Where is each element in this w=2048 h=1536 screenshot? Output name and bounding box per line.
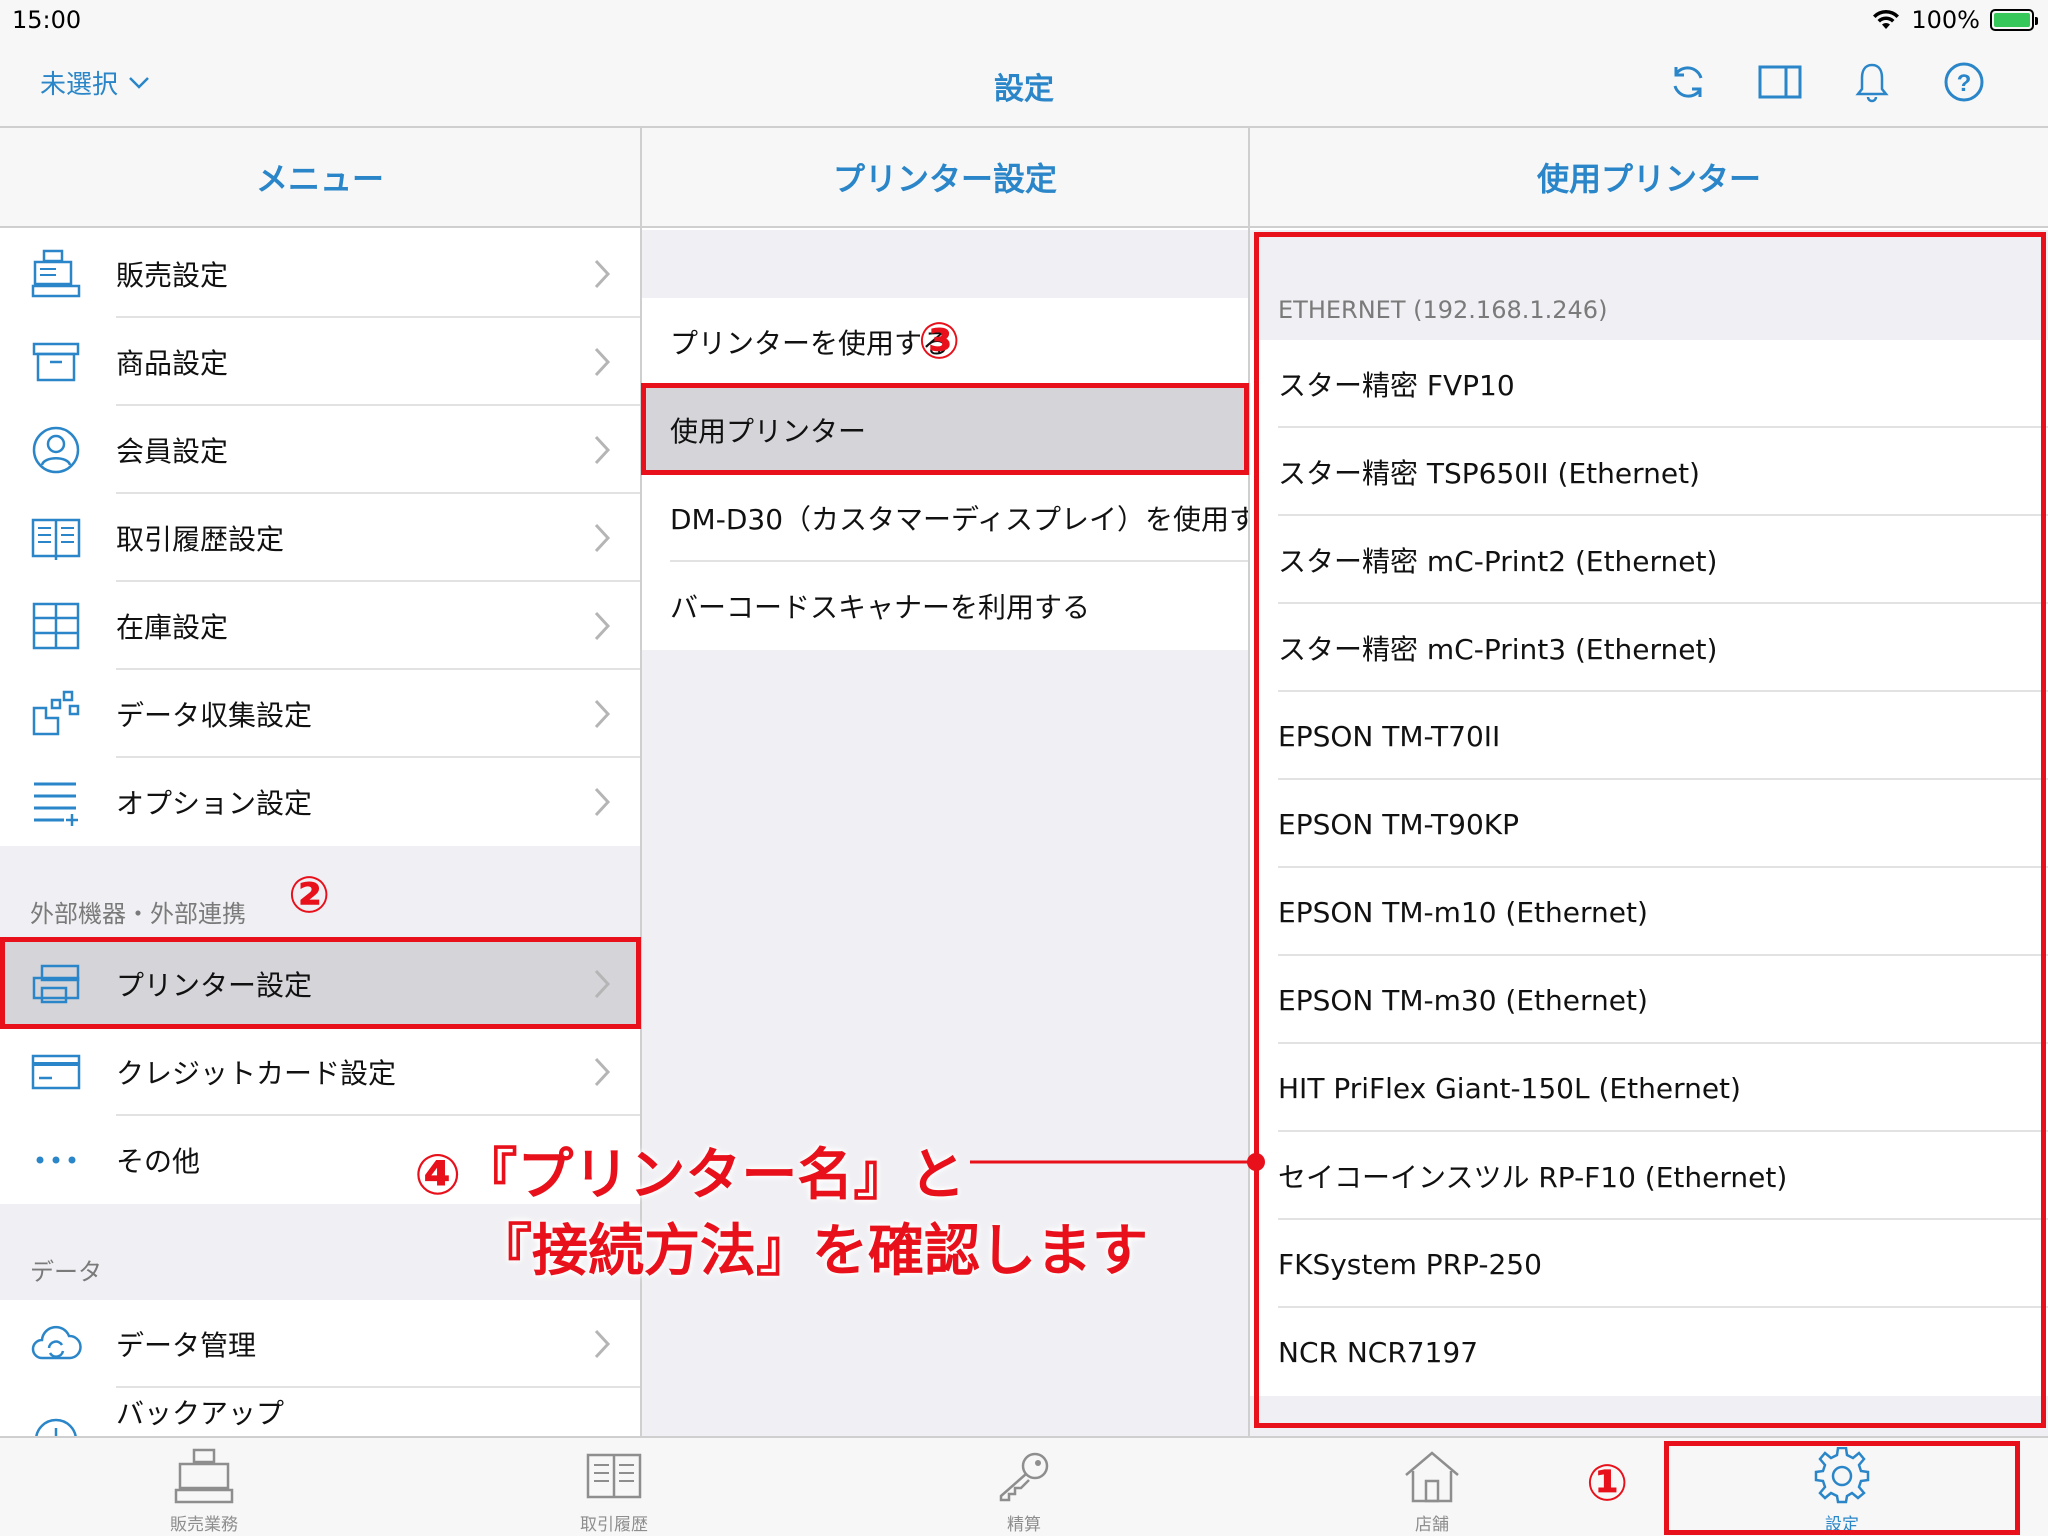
help-button[interactable]: ? — [1940, 58, 1988, 106]
annotation-pointer-line — [970, 1153, 1265, 1171]
menu-item-label: 販売設定 — [116, 259, 229, 292]
home-icon — [1400, 1446, 1464, 1506]
help-icon: ? — [1944, 62, 1984, 102]
credit-card-icon — [30, 1046, 82, 1098]
wifi-icon — [1873, 9, 1900, 29]
menu-item-transaction-history-settings[interactable]: 取引履歴設定 — [0, 494, 640, 582]
menu-item-member-settings[interactable]: 会員設定 — [0, 406, 640, 494]
key-icon — [992, 1446, 1056, 1506]
row-label: DM-D30（カスタマーディスプレイ）を使用する — [670, 503, 1248, 536]
tab-label: 店舗 — [1415, 1515, 1449, 1535]
shelves-icon — [30, 600, 82, 652]
list-add-icon — [30, 776, 82, 828]
tab-store[interactable]: 店舗 — [1352, 1446, 1512, 1535]
status-right: 100% — [1871, 6, 2038, 34]
menu-item-sales-settings[interactable]: 販売設定 — [0, 230, 640, 318]
menu-item-label: バックアップ — [116, 1397, 285, 1430]
menu-item-option-settings[interactable]: オプション設定 — [0, 758, 640, 846]
menu-item-label: 会員設定 — [116, 435, 229, 468]
annotation-step-2: ② — [288, 866, 331, 924]
register-icon — [30, 248, 82, 300]
annotation-box-used-printer — [641, 383, 1249, 475]
chevron-right-icon — [594, 611, 611, 641]
customer-display-row[interactable]: DM-D30（カスタマーディスプレイ）を使用する — [642, 474, 1248, 562]
section-label-data: データ — [30, 1258, 102, 1286]
battery-icon — [1990, 9, 2038, 31]
nav-actions: ? — [1664, 58, 1988, 106]
annotation-box-printer-list — [1254, 232, 2046, 1428]
data-collection-icon — [30, 688, 82, 740]
cloud-sync-icon — [30, 1318, 82, 1370]
sync-button[interactable] — [1664, 58, 1712, 106]
menu-item-label: 商品設定 — [116, 347, 229, 380]
menu-item-label: その他 — [116, 1145, 201, 1178]
chevron-right-icon — [594, 787, 611, 817]
menu-item-label: オプション設定 — [116, 787, 313, 820]
annotation-box-printer-settings — [0, 937, 641, 1029]
menu-item-label: 在庫設定 — [116, 611, 229, 644]
menu-column-header: メニュー — [0, 128, 640, 228]
annotation-box-settings-tab — [1664, 1441, 2020, 1535]
row-label: バーコードスキャナーを利用する — [670, 591, 1091, 624]
chevron-right-icon — [594, 259, 611, 289]
chevron-right-icon — [594, 1329, 611, 1359]
chevron-right-icon — [594, 347, 611, 377]
tab-settlement[interactable]: 精算 — [944, 1446, 1104, 1535]
tab-sales[interactable]: 販売業務 — [124, 1446, 284, 1535]
clock-icon — [30, 1406, 82, 1436]
menu-item-data-collection-settings[interactable]: データ収集設定 — [0, 670, 640, 758]
annotation-step-3: ③ — [918, 312, 961, 370]
split-view-button[interactable] — [1756, 58, 1804, 106]
tab-label: 販売業務 — [170, 1515, 238, 1535]
chevron-down-icon — [129, 76, 149, 89]
tab-label: 取引履歴 — [580, 1515, 648, 1535]
row-label: プリンターを使用する — [670, 327, 951, 360]
printer-settings-column-header: プリンター設定 — [642, 128, 1248, 228]
menu-item-backup[interactable]: バックアップ — [0, 1388, 640, 1436]
menu-item-data-management[interactable]: データ管理 — [0, 1300, 640, 1388]
notification-button[interactable] — [1848, 58, 1896, 106]
book-icon — [582, 1446, 646, 1506]
sync-icon — [1673, 66, 1703, 98]
section-label-external: 外部機器・外部連携 — [30, 900, 246, 928]
status-time: 15:00 — [12, 6, 82, 34]
chevron-right-icon — [594, 523, 611, 553]
menu-item-label: データ管理 — [116, 1329, 257, 1362]
menu-item-label: データ収集設定 — [116, 699, 313, 732]
more-icon — [30, 1134, 82, 1186]
annotation-note-line-1: ④『プリンター名』と — [414, 1143, 966, 1208]
used-printer-column-header: 使用プリンター — [1250, 128, 2048, 228]
status-bar: 15:00 100% — [0, 0, 2048, 40]
svg-text:?: ? — [1957, 70, 1972, 97]
chevron-right-icon — [594, 1057, 611, 1087]
barcode-scanner-row[interactable]: バーコードスキャナーを利用する — [642, 562, 1248, 650]
menu-item-inventory-settings[interactable]: 在庫設定 — [0, 582, 640, 670]
register-icon — [172, 1446, 236, 1506]
store-selector-label: 未選択 — [40, 70, 119, 100]
book-icon — [30, 512, 82, 564]
menu-item-label: 取引履歴設定 — [116, 523, 285, 556]
menu-item-label: クレジットカード設定 — [116, 1057, 397, 1090]
battery-percent: 100% — [1911, 6, 1980, 34]
tab-label: 精算 — [1007, 1515, 1041, 1535]
chevron-right-icon — [594, 699, 611, 729]
menu-item-product-settings[interactable]: 商品設定 — [0, 318, 640, 406]
user-icon — [30, 424, 82, 476]
store-selector[interactable]: 未選択 — [40, 64, 150, 101]
annotation-step-1: ① — [1586, 1454, 1629, 1512]
bell-icon — [1855, 63, 1889, 103]
menu-item-credit-card-settings[interactable]: クレジットカード設定 — [0, 1028, 640, 1116]
tab-transaction-history[interactable]: 取引履歴 — [534, 1446, 694, 1535]
split-view-icon — [1758, 65, 1802, 99]
annotation-note-line-2: 『接続方法』を確認します — [476, 1219, 1148, 1284]
nav-bar: 設定 未選択 ? — [0, 40, 2048, 128]
box-icon — [30, 336, 82, 388]
chevron-right-icon — [594, 435, 611, 465]
